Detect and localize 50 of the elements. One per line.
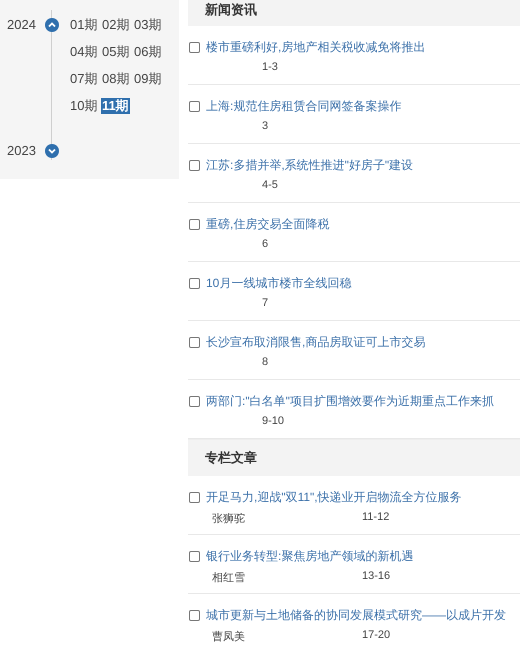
- page-range: 4-5: [262, 179, 278, 191]
- author-name: 曹凤美: [212, 631, 245, 643]
- issue-link[interactable]: 01期: [69, 17, 98, 33]
- page-range: 8: [262, 356, 268, 368]
- issue-link[interactable]: 03期: [133, 17, 162, 33]
- author-name: 张狮驼: [212, 513, 245, 525]
- checkbox[interactable]: [189, 492, 200, 503]
- article-link[interactable]: 上海:规范住房租赁合同网签备案操作: [206, 98, 402, 115]
- author-name: 相红雪: [212, 572, 245, 584]
- issue-link[interactable]: 02期: [101, 17, 130, 33]
- issue-link[interactable]: 08期: [101, 71, 130, 87]
- issue-link[interactable]: 09期: [133, 71, 162, 87]
- article-link[interactable]: 重磅,住房交易全面降税: [206, 216, 330, 233]
- issue-link[interactable]: 11期: [101, 98, 130, 114]
- page-range: 11-12: [362, 511, 390, 525]
- checkbox[interactable]: [189, 101, 200, 112]
- section-title: 专栏文章: [205, 449, 257, 467]
- issue-link[interactable]: 07期: [69, 71, 98, 87]
- article-link[interactable]: 开足马力,迎战"双11",快递业开启物流全方位服务: [206, 489, 462, 506]
- page-range: 13-16: [362, 570, 390, 584]
- issue-link[interactable]: 06期: [133, 44, 162, 60]
- checkbox[interactable]: [189, 160, 200, 171]
- page-range: 3: [262, 120, 268, 132]
- checkbox[interactable]: [189, 610, 200, 621]
- page-range: 1-3: [262, 61, 278, 73]
- collapse-icon[interactable]: [45, 18, 59, 32]
- article-link[interactable]: 银行业务转型:聚焦房地产领域的新机遇: [206, 548, 414, 565]
- article-link[interactable]: 两部门:"白名单"项目扩围增效要作为近期重点工作来抓: [206, 393, 494, 410]
- expand-icon[interactable]: [45, 144, 59, 158]
- page-range: 9-10: [262, 415, 284, 427]
- year-label[interactable]: 2023: [7, 143, 44, 159]
- issue-link[interactable]: 04期: [69, 44, 98, 60]
- checkbox[interactable]: [189, 337, 200, 348]
- checkbox[interactable]: [189, 551, 200, 562]
- article-link[interactable]: 长沙宣布取消限售,商品房取证可上市交易: [206, 334, 426, 351]
- article-link[interactable]: 10月一线城市楼市全线回稳: [206, 275, 352, 292]
- issue-link[interactable]: 05期: [101, 44, 130, 60]
- page-range: 17-20: [362, 629, 390, 643]
- year-label[interactable]: 2024: [7, 17, 44, 33]
- issue-link[interactable]: 10期: [69, 98, 98, 114]
- page-range: 6: [262, 238, 268, 250]
- checkbox[interactable]: [189, 42, 200, 53]
- section-title: 新闻资讯: [205, 1, 257, 19]
- article-link[interactable]: 楼市重磅利好,房地产相关税收减免将推出: [206, 39, 426, 56]
- page-range: 7: [262, 297, 268, 309]
- article-link[interactable]: 城市更新与土地储备的协同发展模式研究——以成片开发: [206, 607, 506, 624]
- article-link[interactable]: 江苏:多措并举,系统性推进"好房子"建设: [206, 157, 414, 174]
- checkbox[interactable]: [189, 219, 200, 230]
- checkbox[interactable]: [189, 396, 200, 407]
- checkbox[interactable]: [189, 278, 200, 289]
